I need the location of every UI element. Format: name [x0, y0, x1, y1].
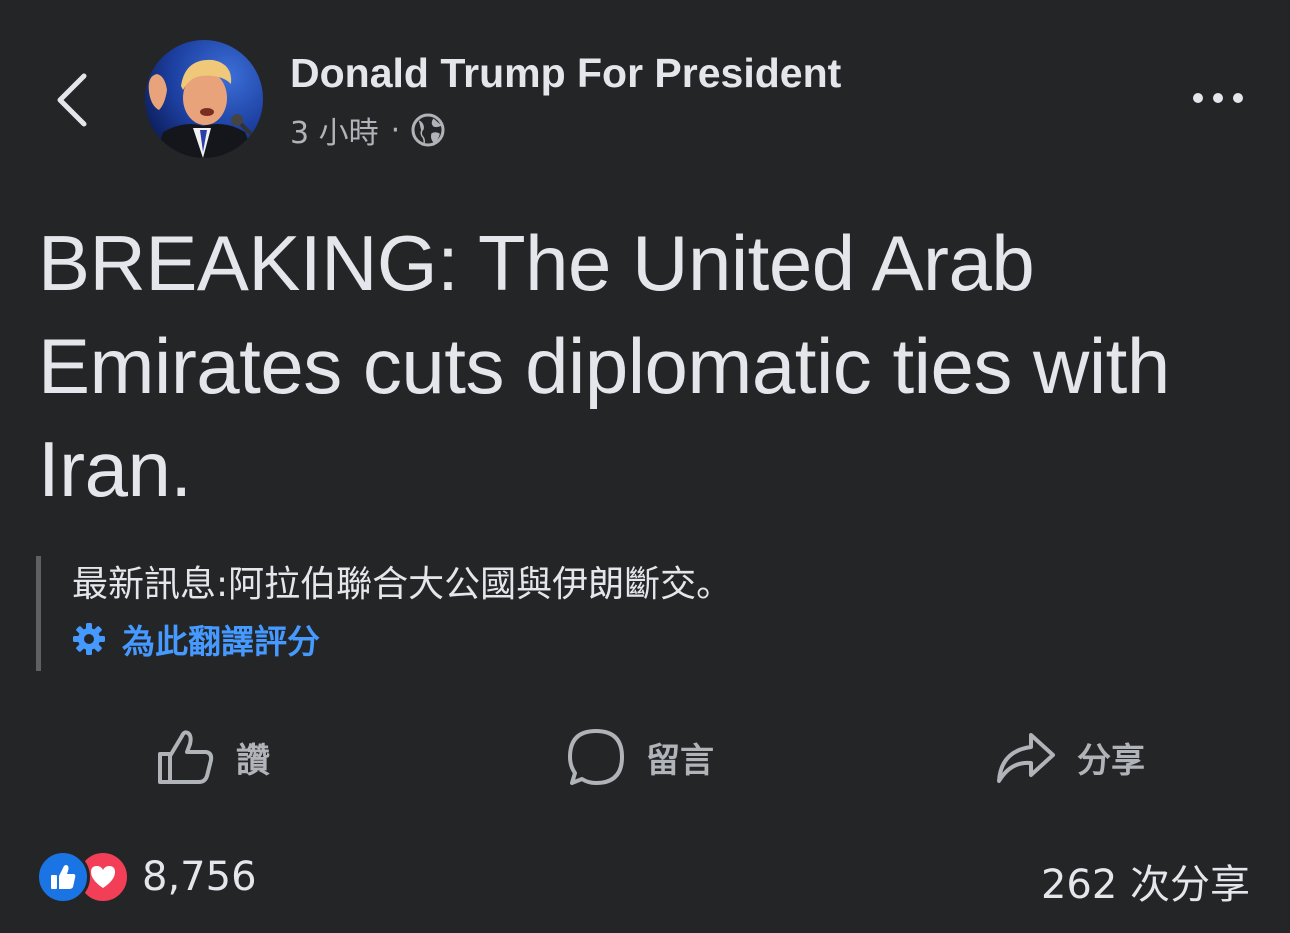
share-count[interactable]: 262 次分享: [1041, 852, 1250, 910]
translation-divider: [36, 556, 41, 671]
meta-separator: ·: [390, 112, 401, 148]
reactions-summary[interactable]: 8,756: [36, 850, 257, 904]
post-meta: 3 小時 ·: [290, 108, 446, 152]
translation-text: 最新訊息:阿拉伯聯合大公國與伊朗斷交。: [72, 564, 733, 605]
comment-label: 留言: [646, 740, 714, 781]
more-dot: [1213, 93, 1223, 103]
avatar[interactable]: [145, 40, 263, 158]
comment-icon: [568, 729, 624, 785]
rate-translation-label: 為此翻譯評分: [122, 622, 320, 661]
back-button[interactable]: [40, 60, 104, 140]
like-reaction-icon: [36, 850, 90, 904]
reaction-count: 8,756: [142, 854, 257, 900]
like-label: 讚: [236, 740, 270, 781]
globe-icon[interactable]: [410, 112, 446, 148]
like-button[interactable]: 讚: [156, 722, 270, 792]
share-arrow-icon: [997, 733, 1055, 783]
profile-photo: [145, 40, 263, 158]
chevron-left-icon: [57, 73, 87, 127]
page-name[interactable]: Donald Trump For President: [290, 50, 841, 97]
timestamp[interactable]: 3 小時: [290, 108, 379, 152]
comment-button[interactable]: 留言: [566, 722, 714, 792]
post-text: BREAKING: The United Arab Emirates cuts …: [38, 219, 1170, 513]
more-horizontal-icon: [1193, 93, 1203, 103]
rate-translation-link[interactable]: 為此翻譯評分: [72, 615, 320, 663]
more-options-button[interactable]: [1180, 78, 1256, 118]
thumbs-up-icon: [158, 730, 214, 784]
share-label: 分享: [1077, 740, 1145, 781]
gear-icon: [73, 623, 105, 655]
share-button[interactable]: 分享: [995, 722, 1145, 792]
more-dot: [1233, 93, 1243, 103]
